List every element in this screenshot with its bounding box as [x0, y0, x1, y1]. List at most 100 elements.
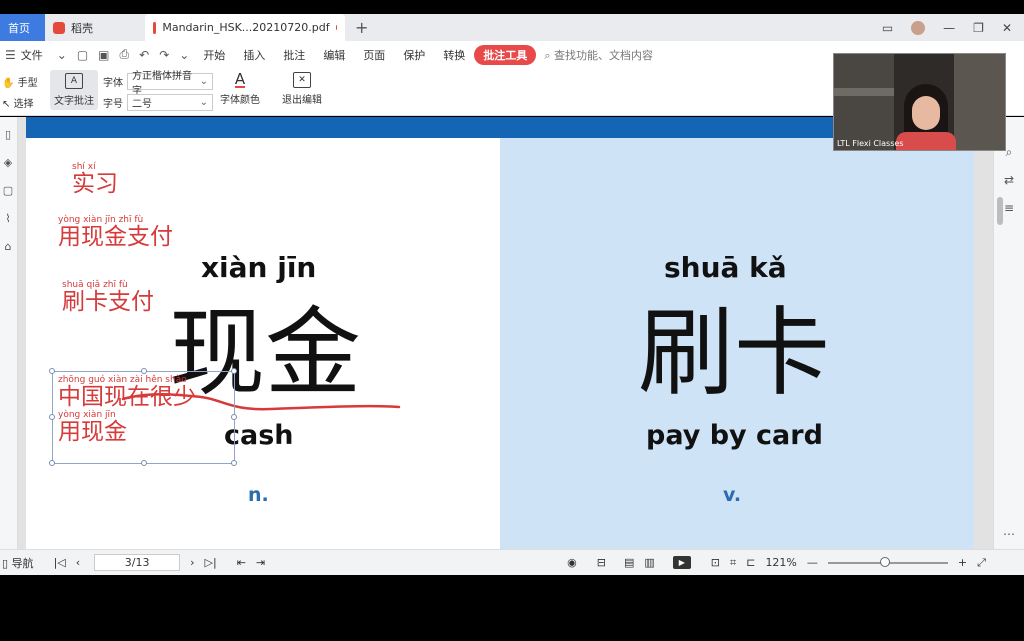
zoom-in-icon[interactable]: + [958, 556, 967, 569]
settings-sliders-icon[interactable]: ≡ [1002, 201, 1016, 215]
menu-annotation-tools[interactable]: 批注工具 [474, 44, 537, 65]
menu-start[interactable]: 开始 [194, 47, 234, 63]
resize-handle[interactable] [141, 460, 147, 466]
menu-protect[interactable]: 保护 [394, 47, 434, 63]
note-2[interactable]: yòng xiàn jīn zhī fù 用现金支付 [58, 215, 173, 249]
nav-toggle[interactable]: ▯ 导航 [2, 555, 34, 571]
webcam-person-body [896, 132, 956, 150]
quick-access-chevron-icon[interactable]: ⌄ [174, 48, 194, 62]
resize-handle[interactable] [231, 368, 237, 374]
zoom-slider[interactable] [827, 556, 948, 567]
menu-edit[interactable]: 编辑 [314, 47, 354, 63]
menu-insert[interactable]: 插入 [234, 47, 274, 63]
menu-file[interactable]: 文件 [21, 47, 52, 63]
single-page-icon[interactable]: ▤ [624, 556, 634, 569]
zoom-out-icon[interactable]: — [807, 556, 818, 569]
eye-protection-icon[interactable]: ◉ [567, 556, 577, 569]
tab-unsaved-dot[interactable] [335, 25, 337, 30]
font-row: 字体 方正楷体拼音字 ⌄ [103, 71, 213, 97]
resize-handle[interactable] [231, 460, 237, 466]
note-3[interactable]: shuā qiǎ zhī fù 刷卡支付 [62, 280, 154, 314]
save-icon[interactable]: ▣ [93, 48, 114, 62]
document-viewport[interactable]: shí xí 实习 yòng xiàn jīn zhī fù 用现金支付 shu… [18, 117, 993, 549]
thumbnail-icon[interactable]: ◈ [2, 157, 14, 169]
forward-icon[interactable]: ⇥ [256, 556, 265, 569]
right-part-of-speech: v. [723, 484, 742, 506]
slide-header-band [26, 117, 974, 138]
zoom-level[interactable]: 121% [765, 556, 796, 569]
back-icon[interactable]: ⇤ [237, 556, 246, 569]
tab-docer[interactable]: 稻壳 [45, 14, 145, 41]
translate-icon[interactable]: ⇄ [1002, 173, 1016, 187]
undo-icon[interactable]: ↶ [134, 48, 154, 62]
text-annotation-icon: A [65, 73, 83, 89]
first-page-icon[interactable]: |◁ [54, 556, 66, 569]
resize-handle[interactable] [141, 368, 147, 374]
webcam-background [834, 54, 894, 150]
size-select-value: 二号 [132, 99, 152, 110]
dual-page-icon[interactable]: ▥ [644, 556, 654, 569]
tab-home[interactable]: 首页 [0, 14, 45, 41]
menu-page[interactable]: 页面 [354, 47, 394, 63]
stamp-icon[interactable]: ⌂ [2, 241, 14, 253]
text-annotation-button[interactable]: A 文字批注 [50, 70, 98, 110]
select-tool-label: 选择 [13, 99, 34, 110]
minimize-icon[interactable]: — [943, 21, 955, 35]
resize-handle[interactable] [49, 368, 55, 374]
search-box[interactable]: ⌕ 查找功能、文档内容 [544, 47, 653, 63]
cursor-icon: ↖ [2, 99, 11, 110]
last-page-icon[interactable]: ▷| [205, 556, 217, 569]
tab-docer-label: 稻壳 [71, 21, 93, 35]
font-color-label: 字体颜色 [220, 95, 260, 106]
resize-handle[interactable] [49, 414, 55, 420]
crop-icon[interactable]: ⊏ [746, 556, 755, 569]
comment-icon[interactable]: ▢ [2, 185, 14, 197]
resize-handle[interactable] [49, 460, 55, 466]
select-tool[interactable]: ↖ 选择 [2, 95, 34, 110]
prev-page-icon[interactable]: ‹ [76, 556, 80, 569]
attachment-icon[interactable]: ⌇ [2, 213, 14, 225]
hamburger-icon[interactable]: ☰ [0, 48, 21, 62]
pdf-icon [153, 21, 157, 34]
restore-icon[interactable]: ❐ [973, 21, 984, 35]
font-color-button[interactable]: A 字体颜色 [220, 72, 260, 107]
next-page-icon[interactable]: › [190, 556, 194, 569]
tab-active-file[interactable]: Mandarin_HSK...20210720.pdf [145, 14, 345, 41]
right-pinyin: shuā kǎ [664, 251, 787, 284]
avatar[interactable] [911, 20, 926, 35]
new-tab-button[interactable]: + [355, 18, 368, 37]
text-annotation-label: 文字批注 [54, 96, 94, 107]
close-icon[interactable]: ✕ [1002, 21, 1012, 35]
search-placeholder: 查找功能、文档内容 [553, 48, 653, 62]
layout-icon[interactable]: ▭ [882, 21, 893, 35]
zoom-slider-knob[interactable] [879, 556, 890, 567]
open-folder-icon[interactable]: ▢ [72, 48, 93, 62]
exit-edit-button[interactable]: ✕ 退出编辑 [282, 72, 322, 106]
menu-comment[interactable]: 批注 [274, 47, 314, 63]
right-hanzi: 刷卡 [638, 297, 830, 409]
annotation-selection-box[interactable] [49, 368, 237, 466]
left-part-of-speech: n. [248, 484, 269, 506]
actual-size-icon[interactable]: ⊡ [711, 556, 720, 569]
redo-icon[interactable]: ↷ [154, 48, 174, 62]
chevron-down-icon[interactable]: ⌄ [52, 48, 72, 62]
font-select[interactable]: 方正楷体拼音字 ⌄ [127, 71, 213, 97]
pdf-page: shí xí 实习 yòng xiàn jīn zhī fù 用现金支付 shu… [26, 117, 974, 549]
fullscreen-icon[interactable]: ⤢ [977, 556, 986, 570]
menu-convert[interactable]: 转换 [434, 47, 474, 63]
note-1[interactable]: shí xí 实习 [72, 162, 118, 196]
note-3-hanzi: 刷卡支付 [62, 289, 154, 315]
webcam-overlay: LTL Flexi Classes [833, 53, 1006, 151]
left-sidebar: ▯ ◈ ▢ ⌇ ⌂ [0, 117, 18, 549]
size-select[interactable]: 二号 ⌄ [127, 94, 213, 111]
resize-handle[interactable] [231, 414, 237, 420]
fit-width-icon[interactable]: ⊟ [597, 556, 606, 569]
more-icon[interactable]: ⋯ [1002, 527, 1016, 541]
right-sidebar: ⌕ ⇄ ≡ ⋯ [993, 117, 1024, 549]
page-number-input[interactable]: 3/13 [94, 554, 181, 571]
hand-tool[interactable]: ✋ 手型 [2, 74, 38, 89]
fit-page-icon[interactable]: ⌗ [730, 556, 736, 570]
bookmark-icon[interactable]: ▯ [2, 129, 14, 141]
print-icon[interactable]: ⎙ [115, 47, 135, 62]
play-slideshow-icon[interactable]: ▶ [672, 556, 691, 569]
